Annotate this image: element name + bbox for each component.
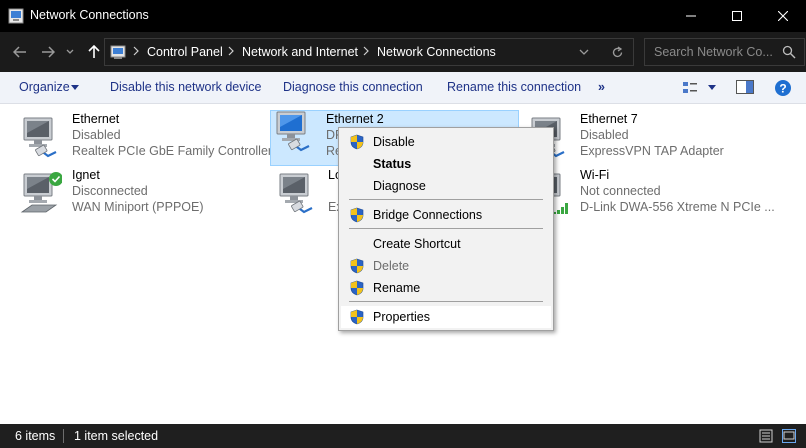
details-view-button[interactable] xyxy=(759,429,773,443)
menu-separator xyxy=(349,199,543,200)
selection-count: 1 item selected xyxy=(74,429,159,443)
menu-item-label: Rename xyxy=(373,281,421,295)
up-arrow-icon xyxy=(88,45,100,58)
chevron-down-icon xyxy=(708,85,716,90)
address-box[interactable]: Control Panel Network and Internet Netwo… xyxy=(104,38,634,66)
menu-separator xyxy=(349,301,543,302)
connection-name: Wi-Fi xyxy=(580,168,610,182)
large-icons-view-icon xyxy=(783,431,795,440)
uac-shield-icon xyxy=(350,258,364,274)
uac-shield-icon xyxy=(350,309,364,325)
command-bar: Organize Disable this network device Dia… xyxy=(0,72,806,104)
ethernet-adapter-icon xyxy=(278,172,314,214)
menu-item-status[interactable]: Status xyxy=(341,153,551,175)
back-button[interactable] xyxy=(8,40,32,64)
connection-name: Ethernet xyxy=(72,112,120,126)
item-count: 6 items xyxy=(15,429,56,443)
diagnose-connection-button[interactable]: Diagnose this connection xyxy=(283,80,423,94)
connection-status: Not connected xyxy=(580,184,661,198)
minimize-icon xyxy=(686,15,696,17)
ethernet-adapter-icon xyxy=(22,116,58,158)
up-button[interactable] xyxy=(82,40,106,64)
connection-status: Disabled xyxy=(72,128,121,142)
context-menu: Disable Status Diagnose Bridge Connectio… xyxy=(338,127,554,331)
status-separator xyxy=(63,429,64,443)
menu-separator xyxy=(349,228,543,229)
uac-shield-icon xyxy=(350,207,364,223)
menu-item-label: Create Shortcut xyxy=(373,237,461,251)
menu-item-bridge-connections[interactable]: Bridge Connections xyxy=(341,204,551,226)
preview-pane-button[interactable] xyxy=(736,80,754,96)
menu-item-label: Delete xyxy=(373,259,410,273)
uac-shield-icon xyxy=(350,280,364,296)
control-panel-icon xyxy=(110,45,126,59)
menu-item-label: Properties xyxy=(373,310,430,324)
forward-arrow-icon xyxy=(42,46,55,58)
status-bar: 6 items 1 item selected xyxy=(0,424,806,448)
refresh-icon[interactable] xyxy=(611,46,624,59)
search-icon[interactable] xyxy=(782,45,796,59)
title-bar: Network Connections xyxy=(0,0,806,32)
breadcrumb-network-and-internet[interactable]: Network and Internet xyxy=(242,45,358,59)
ethernet-adapter-icon xyxy=(275,110,311,152)
menu-item-rename[interactable]: Rename xyxy=(341,277,551,299)
breadcrumb-separator-icon xyxy=(228,46,234,56)
more-commands-button[interactable]: » xyxy=(598,80,605,94)
organize-button[interactable]: Organize xyxy=(19,80,70,94)
broadband-connection-icon xyxy=(20,172,62,213)
rename-connection-button[interactable]: Rename this connection xyxy=(447,80,581,94)
connection-device: WAN Miniport (PPPOE) xyxy=(72,200,204,214)
connection-item-ethernet[interactable]: Ethernet Disabled Realtek PCIe GbE Famil… xyxy=(2,110,272,166)
breadcrumb-separator-icon xyxy=(363,46,369,56)
window-title: Network Connections xyxy=(30,8,149,22)
details-view-icon xyxy=(759,429,773,443)
connection-status: Disabled xyxy=(580,128,629,142)
connection-item-ignet[interactable]: Ignet Disconnected WAN Miniport (PPPOE) xyxy=(2,166,252,222)
help-button[interactable]: ? xyxy=(774,79,792,97)
connection-status: Disconnected xyxy=(72,184,148,198)
maximize-button[interactable] xyxy=(714,0,760,32)
disable-device-button[interactable]: Disable this network device xyxy=(110,80,261,94)
close-icon xyxy=(778,11,788,21)
breadcrumb-network-connections[interactable]: Network Connections xyxy=(377,45,496,59)
connection-device: D-Link DWA-556 Xtreme N PCIe ... xyxy=(580,200,775,214)
menu-item-create-shortcut[interactable]: Create Shortcut xyxy=(341,233,551,255)
uac-shield-icon xyxy=(350,134,364,150)
chevron-down-icon xyxy=(71,85,79,90)
breadcrumb-control-panel[interactable]: Control Panel xyxy=(147,45,223,59)
help-icon: ? xyxy=(775,80,791,96)
address-bar-row: Control Panel Network and Internet Netwo… xyxy=(0,32,806,72)
connection-name: Ethernet 2 xyxy=(326,112,384,126)
maximize-icon xyxy=(732,11,742,21)
menu-item-label: Bridge Connections xyxy=(373,208,483,222)
search-box[interactable] xyxy=(644,38,805,66)
minimize-button[interactable] xyxy=(668,0,714,32)
change-view-icon xyxy=(683,82,697,93)
svg-text:?: ? xyxy=(779,82,786,96)
network-connections-icon xyxy=(8,8,24,24)
menu-item-delete: Delete xyxy=(341,255,551,277)
connection-name: Ignet xyxy=(72,168,100,182)
menu-item-label: Status xyxy=(373,157,412,171)
forward-button[interactable] xyxy=(36,40,60,64)
close-button[interactable] xyxy=(760,0,806,32)
connection-device: Realtek PCIe GbE Family Controller xyxy=(72,144,273,158)
menu-item-label: Diagnose xyxy=(373,179,426,193)
chevron-down-icon xyxy=(66,49,74,54)
chevron-down-icon[interactable] xyxy=(579,49,589,56)
large-icons-view-button[interactable] xyxy=(782,429,796,443)
menu-item-disable[interactable]: Disable xyxy=(341,131,551,153)
back-arrow-icon xyxy=(13,46,26,58)
menu-item-label: Disable xyxy=(373,135,415,149)
preview-pane-icon xyxy=(736,80,754,94)
connection-device: ExpressVPN TAP Adapter xyxy=(580,144,724,158)
menu-item-properties[interactable]: Properties xyxy=(341,306,551,328)
menu-item-diagnose[interactable]: Diagnose xyxy=(341,175,551,197)
connection-name: Ethernet 7 xyxy=(580,112,638,126)
change-view-button[interactable] xyxy=(682,80,716,96)
search-input[interactable] xyxy=(654,45,772,59)
breadcrumb-separator-icon xyxy=(133,46,139,56)
recent-locations-button[interactable] xyxy=(62,40,78,64)
